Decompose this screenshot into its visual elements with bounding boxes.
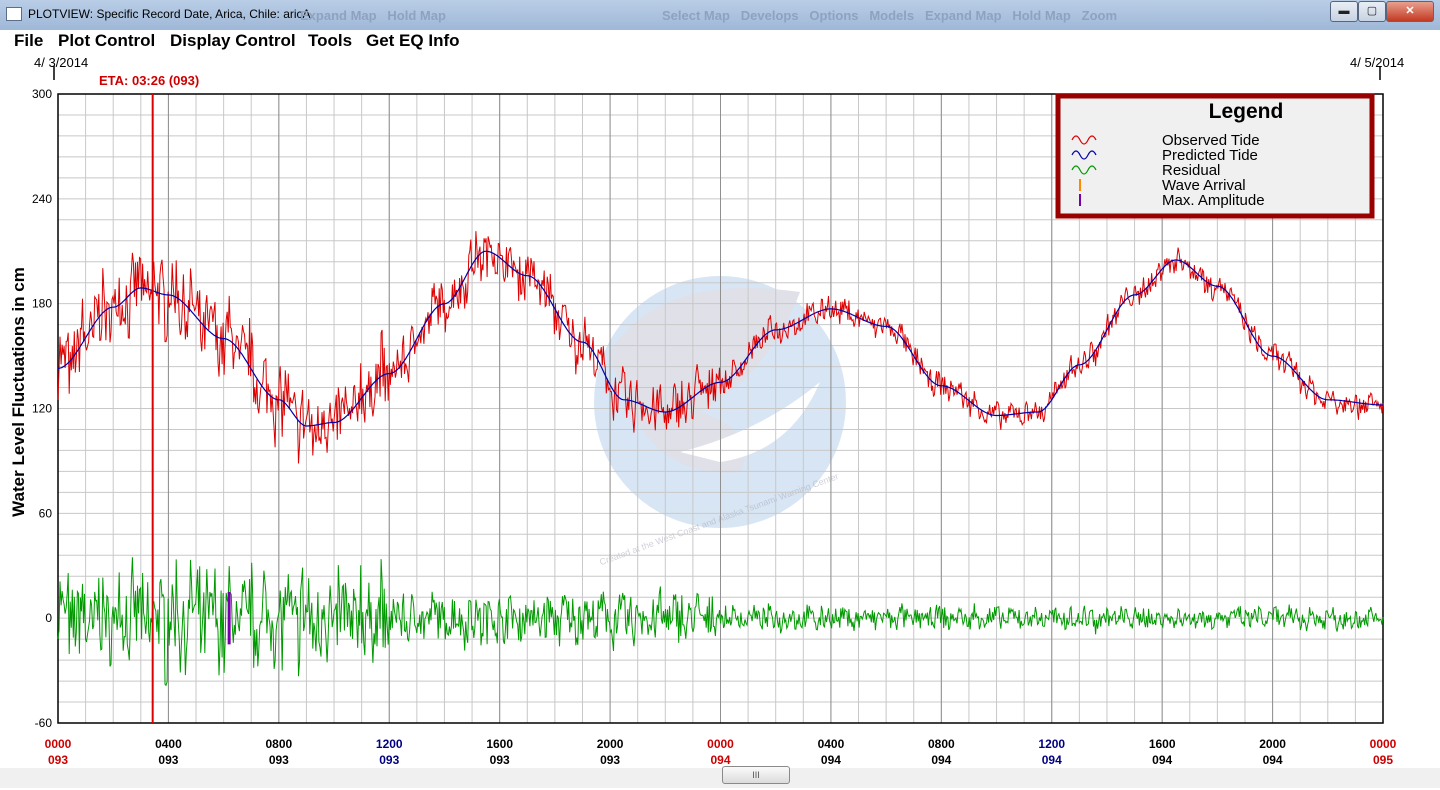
x-tick-time-label: 1200 [1038,737,1065,751]
date-end-label: 4/ 5/2014 [1350,55,1404,70]
x-tick-day-label: 094 [1263,753,1283,766]
y-tick-label: 240 [32,192,52,206]
y-tick-label: 60 [39,506,53,520]
y-tick-labels: 300 240 180 120 60 0 -60 [32,87,52,730]
x-tick-day-label: 094 [821,753,841,766]
x-tick-day-label: 093 [269,753,289,766]
x-tick-day-label: 093 [379,753,399,766]
x-tick-time-label: 2000 [1259,737,1286,751]
x-tick-day-label: 093 [48,753,68,766]
maximize-button[interactable]: ▢ [1358,1,1386,22]
x-tick-time-label: 0000 [707,737,734,751]
scrollbar-thumb[interactable]: III [722,766,790,784]
eta-label: ETA: 03:26 (093) [99,73,199,88]
x-tick-time-label: 0800 [928,737,955,751]
x-tick-time-label: 1600 [1149,737,1176,751]
x-tick-day-label: 093 [490,753,510,766]
horizontal-scrollbar[interactable] [0,768,1440,788]
y-tick-label: 180 [32,297,52,311]
y-tick-label: -60 [35,716,53,730]
menu-file[interactable]: File [14,31,43,51]
menu-display-control[interactable]: Display Control [170,31,296,51]
y-tick-label: 300 [32,87,52,101]
y-tick-label: 120 [32,402,52,416]
x-tick-time-label: 1600 [486,737,513,751]
y-tick-label: 0 [45,611,52,625]
ghost-menu-left: Expand Map Hold Map [300,8,446,23]
window-titlebar: PLOTVIEW: Specific Record Date, Arica, C… [0,0,1440,30]
x-tick-time-label: 0400 [155,737,182,751]
x-tick-day-label: 095 [1373,753,1393,766]
x-tick-time-label: 1200 [376,737,403,751]
ghost-menu-right: Select Map Develops Options Models Expan… [662,8,1118,23]
legend-title: Legend [1209,100,1284,123]
menu-get-eq-info[interactable]: Get EQ Info [366,31,460,51]
tide-plot: Created at the West Coast and Alaska Tsu… [9,55,1404,766]
menu-bar: File Plot Control Display Control Tools … [0,30,1440,52]
close-button[interactable]: ✕ [1386,1,1434,22]
legend-box: Legend Observed TidePredicted TideResidu… [1055,93,1375,219]
x-tick-day-label: 094 [710,753,730,766]
x-tick-day-label: 094 [1042,753,1062,766]
window-title: PLOTVIEW: Specific Record Date, Arica, C… [28,7,311,21]
app-icon [6,7,22,21]
x-tick-time-label: 2000 [597,737,624,751]
x-tick-time-label: 0800 [265,737,292,751]
menu-tools[interactable]: Tools [308,31,352,51]
x-tick-day-label: 094 [931,753,951,766]
x-tick-time-label: 0000 [45,737,72,751]
x-tick-time-label: 0400 [818,737,845,751]
y-axis-label: Water Level Fluctuations in cm [9,267,28,517]
legend-item-label: Max. Amplitude [1162,192,1265,209]
x-tick-time-label: 0000 [1370,737,1397,751]
menu-plot-control[interactable]: Plot Control [58,31,155,51]
date-start-label: 4/ 3/2014 [34,55,88,70]
x-tick-labels: 0000 093 0400 093 0800 093 1200 093 1600 093 2000 0… [45,737,1397,766]
x-tick-day-label: 093 [158,753,178,766]
x-tick-day-label: 094 [1152,753,1172,766]
x-tick-day-label: 093 [600,753,620,766]
minimize-button[interactable]: ▬ [1330,1,1358,22]
